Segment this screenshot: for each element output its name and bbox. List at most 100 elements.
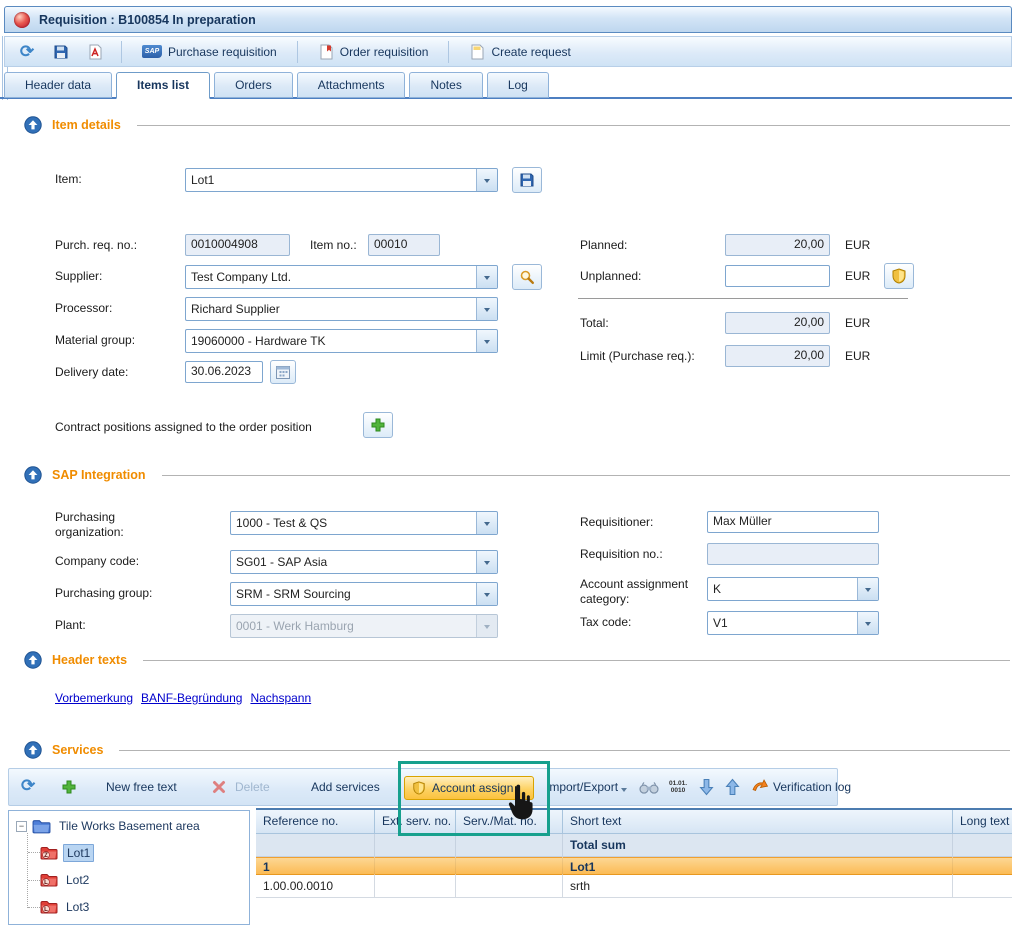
chevron-down-icon[interactable] [476, 298, 497, 320]
tree-node-lot2[interactable]: L Lot2 [40, 872, 92, 888]
add-contract-position-button[interactable] [363, 412, 393, 438]
folder-red-icon: Z [40, 846, 58, 860]
tree-root-node[interactable]: − Tile Works Basement area [16, 818, 203, 834]
account-assignment-category-select[interactable]: K [707, 577, 879, 601]
calendar-button[interactable] [270, 360, 296, 384]
processor-select[interactable]: Richard Supplier [185, 297, 498, 321]
tab-log[interactable]: Log [487, 72, 549, 98]
tab-attachments[interactable]: Attachments [297, 72, 406, 98]
refresh-button[interactable]: ⟳ [15, 40, 39, 64]
company-code-select[interactable]: SG01 - SAP Asia [230, 550, 498, 574]
verification-log-icon [751, 779, 769, 796]
chevron-down-icon[interactable] [621, 788, 627, 795]
tax-code-select[interactable]: V1 [707, 611, 879, 635]
renumber-button[interactable]: 01.01. 0010 [669, 781, 687, 794]
tree-node-label: Lot1 [63, 844, 94, 862]
order-requisition-button[interactable]: Order requisition [312, 41, 435, 63]
tab-notes[interactable]: Notes [409, 72, 482, 98]
purchase-requisition-button[interactable]: SAP Purchase requisition [136, 42, 283, 62]
purchasing-group-select[interactable]: SRM - SRM Sourcing [230, 582, 498, 606]
move-down-button[interactable] [699, 778, 714, 796]
purchasing-organization-select[interactable]: 1000 - Test & QS [230, 511, 498, 535]
tree-node-label: Lot3 [63, 899, 92, 915]
verification-log-button[interactable]: Verification log [773, 780, 851, 794]
export-pdf-button[interactable] [83, 40, 107, 64]
create-request-button[interactable]: Create request [463, 41, 576, 63]
column-header-reference-no[interactable]: Reference no. [256, 810, 375, 834]
cell-short-text: Total sum [563, 834, 953, 857]
chevron-down-icon[interactable] [476, 551, 497, 573]
tax-code-label: Tax code: [580, 615, 631, 630]
column-header-serv-mat-no[interactable]: Serv./Mat. no. [456, 810, 563, 834]
tree-node-lot3[interactable]: L Lot3 [40, 899, 92, 915]
unplanned-account-assign-button[interactable] [884, 263, 914, 289]
material-group-value: 19060000 - Hardware TK [186, 330, 476, 352]
delivery-date-field[interactable]: 30.06.2023 [185, 361, 263, 383]
limit-label: Limit (Purchase req.): [580, 349, 695, 364]
tab-orders[interactable]: Orders [214, 72, 293, 98]
sap-integration-section-header: SAP Integration [24, 466, 1010, 484]
requisitioner-field[interactable]: Max Müller [707, 511, 879, 533]
table-row-service-item[interactable]: 1.00.00.0010 srth [256, 875, 1012, 898]
link-vorbemerkung[interactable]: Vorbemerkung [55, 691, 133, 705]
account-assignment-category-label: Account assignment category: [580, 577, 708, 607]
refresh-services-button[interactable]: ⟳ [21, 778, 35, 794]
add-item-button[interactable] [61, 779, 77, 795]
chevron-down-icon[interactable] [476, 512, 497, 534]
chevron-down-icon[interactable] [476, 169, 497, 191]
section-title: Services [52, 743, 103, 757]
supplier-select[interactable]: Test Company Ltd. [185, 265, 498, 289]
collapse-section-button[interactable] [24, 116, 42, 134]
tree-node-lot1[interactable]: Z Lot1 [40, 844, 94, 862]
chevron-down-icon[interactable] [476, 583, 497, 605]
collapse-section-button[interactable] [24, 651, 42, 669]
plus-icon [370, 417, 386, 433]
tab-header-data[interactable]: Header data [4, 72, 112, 98]
chevron-down-icon[interactable] [857, 578, 878, 600]
unplanned-field[interactable] [725, 265, 830, 287]
tree-collapse-toggle[interactable]: − [16, 821, 27, 832]
cell-long-text [953, 857, 1012, 875]
save-item-button[interactable] [512, 167, 542, 193]
cell-serv-mat-no [456, 875, 563, 898]
save-button[interactable] [49, 40, 73, 64]
collapse-section-button[interactable] [24, 741, 42, 759]
column-header-ext-serv-no[interactable]: Ext. serv. no. [375, 810, 456, 834]
tree-connector-line [28, 880, 40, 881]
link-banf-begruendung[interactable]: BANF-Begründung [141, 691, 242, 705]
table-header-row: Reference no. Ext. serv. no. Serv./Mat. … [256, 810, 1012, 834]
chevron-down-icon[interactable] [476, 266, 497, 288]
add-services-button[interactable]: Add services [311, 780, 380, 794]
import-export-button[interactable]: Import/Export [546, 780, 618, 794]
link-nachspann[interactable]: Nachspann [250, 691, 311, 705]
material-group-select[interactable]: 19060000 - Hardware TK [185, 329, 498, 353]
limit-currency: EUR [845, 349, 870, 364]
new-free-text-button[interactable]: New free text [106, 780, 177, 794]
services-tree-panel: − Tile Works Basement area Z Lot1 L Lot2… [8, 810, 250, 925]
supplier-search-button[interactable] [512, 264, 542, 290]
header-texts-section-header: Header texts [24, 651, 1010, 669]
chevron-down-icon[interactable] [476, 330, 497, 352]
binoculars-icon[interactable] [639, 781, 659, 795]
column-header-long-text[interactable]: Long text [953, 810, 1012, 834]
account-assign-button[interactable]: Account assign [404, 776, 534, 800]
planned-field: 20,00 [725, 234, 830, 256]
planned-currency: EUR [845, 238, 870, 253]
limit-field: 20,00 [725, 345, 830, 367]
column-header-short-text[interactable]: Short text [563, 810, 953, 834]
collapse-section-button[interactable] [24, 466, 42, 484]
tree-connector-line [28, 852, 40, 853]
delete-button[interactable]: Delete [235, 780, 270, 794]
move-up-button[interactable] [725, 778, 740, 796]
material-group-label: Material group: [55, 333, 135, 348]
cell-ext-serv-no [375, 834, 456, 857]
processor-label: Processor: [55, 301, 112, 316]
item-select[interactable]: Lot1 [185, 168, 498, 192]
tab-items-list[interactable]: Items list [116, 72, 210, 99]
chevron-down-icon[interactable] [857, 612, 878, 634]
purchasing-group-label: Purchasing group: [55, 586, 152, 601]
company-code-value: SG01 - SAP Asia [231, 551, 476, 573]
table-row-total-sum[interactable]: Total sum [256, 834, 1012, 857]
order-document-icon [318, 44, 334, 60]
table-row-lot1[interactable]: 1 Lot1 [256, 857, 1012, 875]
